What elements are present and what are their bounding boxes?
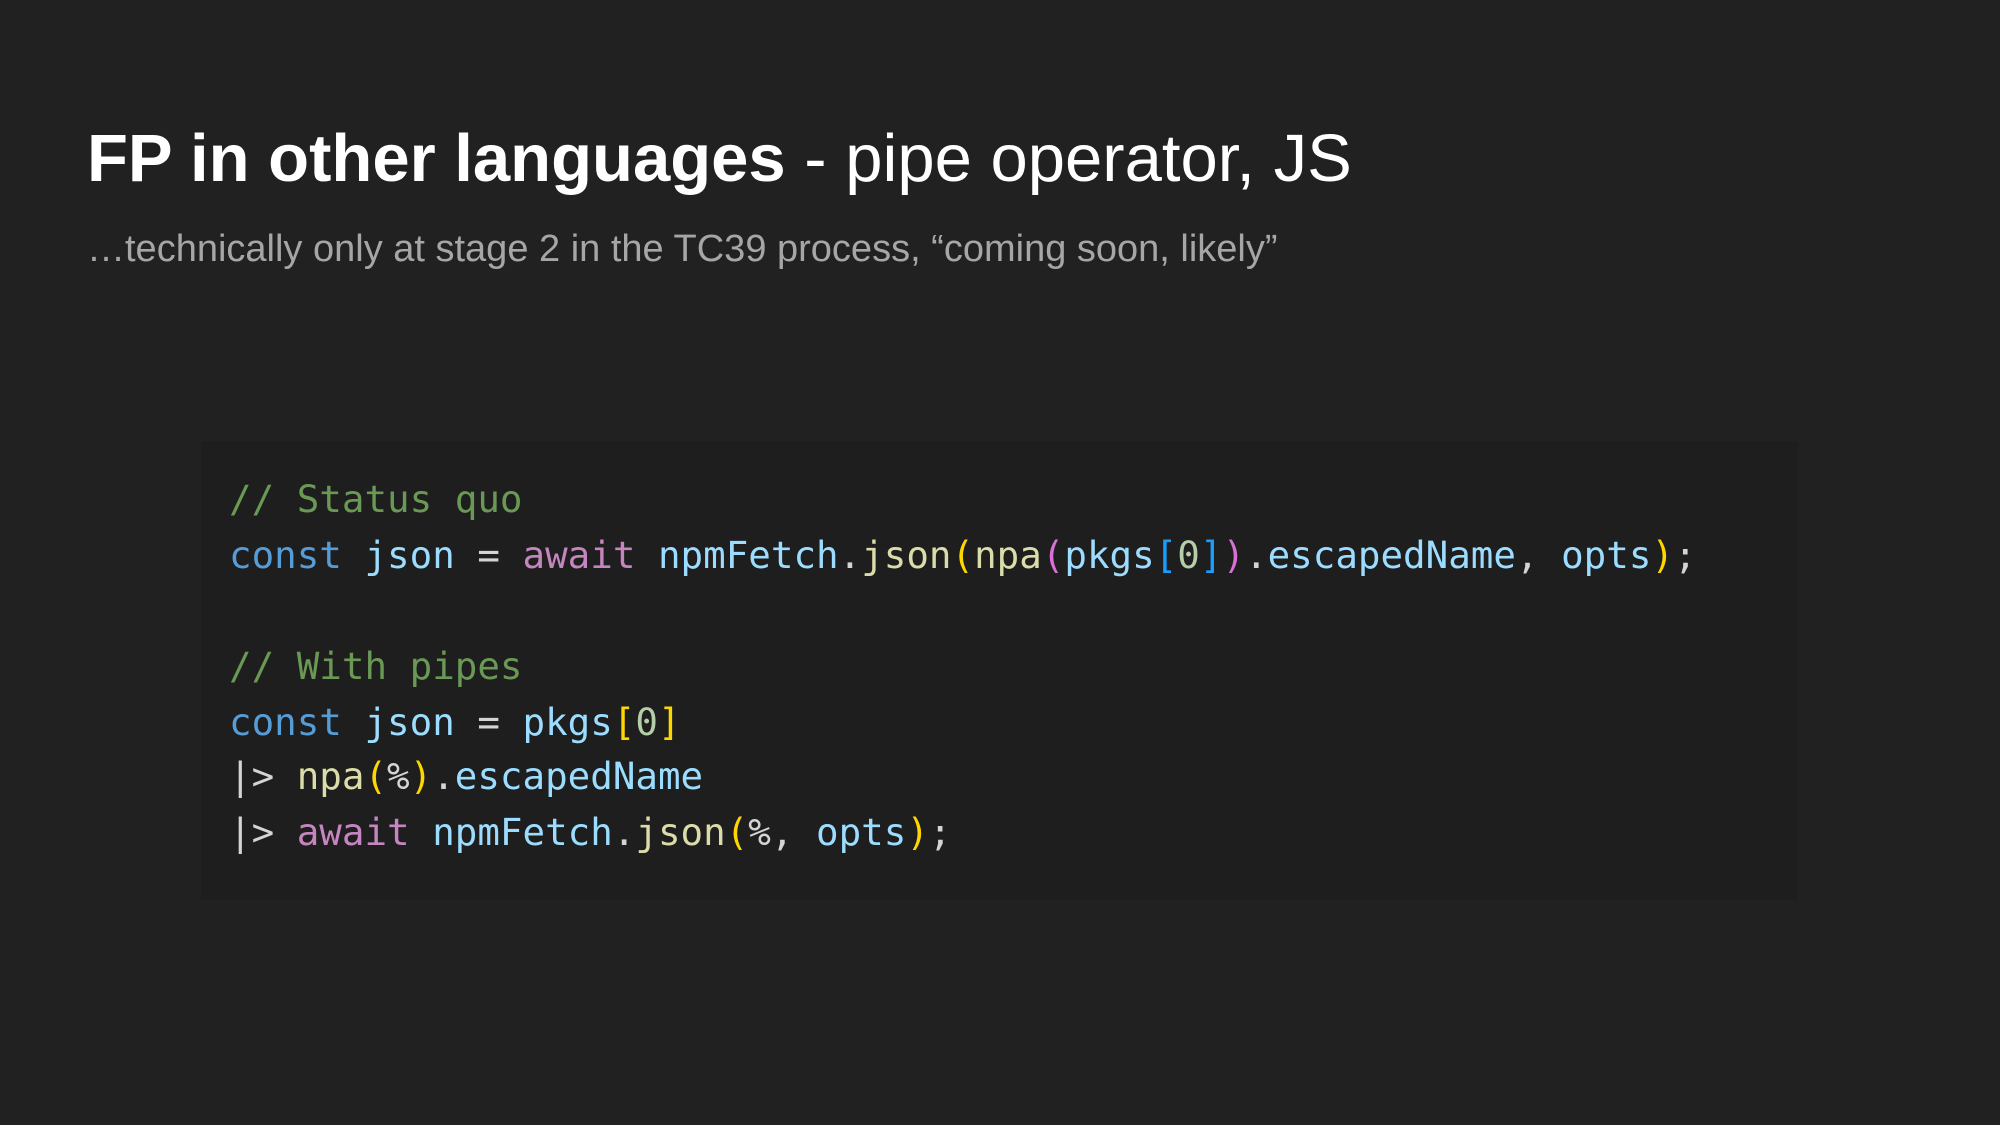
code-token: , [1515, 533, 1562, 577]
slide-subtitle: …technically only at stage 2 in the TC39… [87, 228, 1278, 270]
code-token: await [522, 533, 636, 577]
code-token: %, [748, 810, 817, 854]
code-token: opts [816, 810, 907, 854]
code-token: [ [1154, 533, 1178, 577]
code-token: pkgs [1064, 533, 1155, 577]
code-token: . [838, 533, 862, 577]
code-token: ( [951, 533, 975, 577]
code-token: % [387, 754, 410, 798]
code-token: ) [409, 754, 433, 798]
code-token: // With pipes [229, 644, 523, 688]
code-line-1: // Status quo [229, 471, 523, 527]
code-block: // Status quo const json = await npmFetc… [201, 441, 1798, 900]
code-token: |> [229, 810, 297, 854]
code-token: = [454, 533, 523, 577]
code-token: npmFetch [657, 533, 839, 577]
code-token: ( [725, 810, 749, 854]
code-token: |> [229, 754, 297, 798]
code-token: ( [1041, 533, 1065, 577]
code-token: pkgs [522, 700, 613, 744]
code-token: const [229, 533, 342, 577]
code-token: escapedName [1267, 533, 1516, 577]
code-token: opts [1561, 533, 1652, 577]
code-token: ( [364, 754, 388, 798]
code-line-6: |> await npmFetch.json(%, opts); [229, 804, 952, 860]
code-token: ) [1222, 533, 1246, 577]
code-line-2: const json = await npmFetch.json(npa(pkg… [229, 527, 1697, 583]
code-token: json [364, 533, 455, 577]
code-token: ] [657, 700, 681, 744]
code-token: npa [974, 533, 1042, 577]
code-token: json [635, 810, 726, 854]
code-token: const [229, 700, 342, 744]
code-line-4: const json = pkgs[0] [229, 694, 681, 750]
code-token: ) [906, 810, 929, 854]
code-line-5: |> npa(%).escapedName [229, 748, 703, 804]
code-token: await [296, 810, 410, 854]
code-token: json [861, 533, 952, 577]
slide-title-rest: - pipe operator, JS [785, 121, 1352, 196]
code-token: ) [1651, 533, 1674, 577]
code-token: ; [928, 810, 952, 854]
code-token: npa [296, 754, 365, 798]
code-token: . [1245, 533, 1268, 577]
code-token: escapedName [454, 754, 704, 798]
code-token: 0 [635, 700, 658, 744]
code-line-3: // With pipes [229, 638, 523, 694]
code-token: . [432, 754, 455, 798]
code-token: // Status quo [229, 477, 523, 521]
code-token: npmFetch [432, 810, 613, 854]
code-token: json [364, 700, 455, 744]
code-token: ; [1674, 533, 1697, 577]
slide-title: FP in other languages - pipe operator, J… [87, 116, 1352, 202]
code-token: = [454, 700, 523, 744]
code-token: ] [1199, 533, 1223, 577]
code-token: . [612, 810, 636, 854]
code-token: [ [612, 700, 636, 744]
slide-title-bold: FP in other languages [87, 121, 786, 196]
code-token: 0 [1177, 533, 1200, 577]
slide: FP in other languages - pipe operator, J… [0, 0, 2000, 1125]
